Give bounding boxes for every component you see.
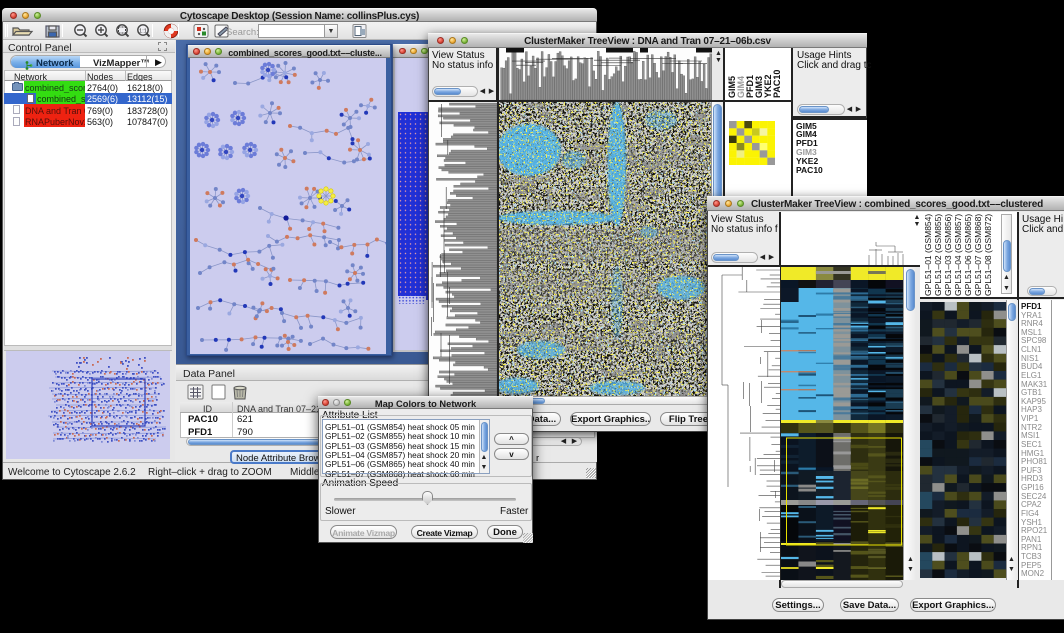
svg-text:GPL51–03 (GSM856): GPL51–03 (GSM856) [943, 214, 953, 296]
svg-text:GPL51–08 (GSM872): GPL51–08 (GSM872) [983, 214, 993, 296]
svg-text:GPL51–01 (GSM854): GPL51–01 (GSM854) [923, 214, 933, 296]
svg-text:GPL51–07 (GSM868): GPL51–07 (GSM868) [973, 214, 983, 296]
svg-text:1:1: 1:1 [139, 29, 147, 35]
svg-text:GPL51–02 (GSM855): GPL51–02 (GSM855) [933, 214, 943, 296]
svg-text:PAC10: PAC10 [772, 70, 782, 98]
svg-text:GPL51–06 (GSM865): GPL51–06 (GSM865) [963, 214, 973, 296]
svg-text:GPL51–04 (GSM857): GPL51–04 (GSM857) [953, 214, 963, 296]
